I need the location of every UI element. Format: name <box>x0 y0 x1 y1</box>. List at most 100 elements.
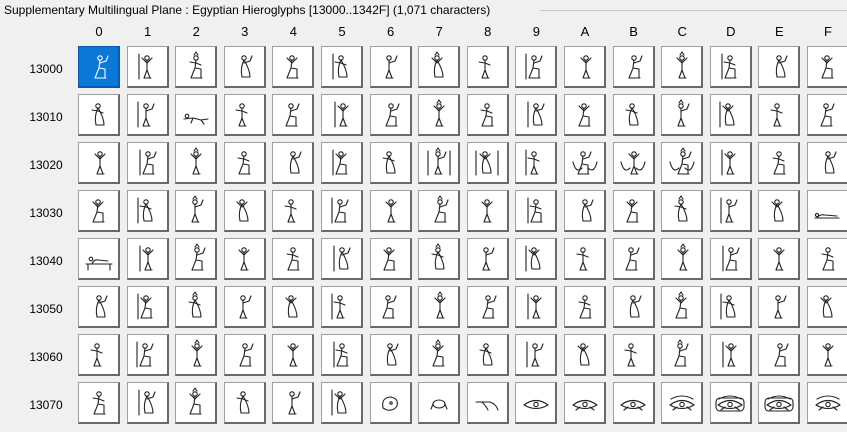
glyph-cell[interactable] <box>175 382 218 424</box>
glyph-cell[interactable] <box>758 190 801 232</box>
glyph-cell[interactable] <box>321 46 363 88</box>
glyph-cell[interactable] <box>175 334 218 376</box>
glyph-cell[interactable] <box>418 94 461 136</box>
glyph-cell[interactable] <box>272 382 315 424</box>
glyph-cell[interactable] <box>418 382 461 424</box>
glyph-cell[interactable] <box>564 334 606 376</box>
glyph-cell[interactable] <box>661 94 704 136</box>
glyph-cell[interactable] <box>466 46 509 88</box>
glyph-cell[interactable] <box>223 94 266 136</box>
glyph-cell[interactable] <box>709 238 752 280</box>
glyph-cell[interactable] <box>126 238 169 280</box>
glyph-cell[interactable] <box>709 46 752 88</box>
glyph-cell[interactable] <box>807 286 847 328</box>
glyph-cell[interactable] <box>272 334 315 376</box>
glyph-cell[interactable] <box>709 142 752 184</box>
glyph-cell[interactable] <box>418 334 461 376</box>
glyph-cell[interactable] <box>515 238 558 280</box>
glyph-cell[interactable] <box>612 142 655 184</box>
glyph-cell[interactable] <box>369 286 412 328</box>
glyph-cell[interactable] <box>272 94 315 136</box>
glyph-cell[interactable] <box>78 142 120 184</box>
glyph-cell[interactable] <box>126 142 169 184</box>
glyph-cell[interactable] <box>466 286 509 328</box>
glyph-cell[interactable] <box>126 334 169 376</box>
glyph-cell[interactable] <box>466 334 509 376</box>
glyph-cell[interactable] <box>321 190 363 232</box>
glyph-cell[interactable] <box>661 286 704 328</box>
glyph-cell[interactable] <box>321 382 363 424</box>
glyph-cell[interactable] <box>661 334 704 376</box>
glyph-cell[interactable] <box>807 238 847 280</box>
glyph-cell[interactable] <box>612 190 655 232</box>
glyph-cell[interactable] <box>175 190 218 232</box>
glyph-cell[interactable] <box>515 94 558 136</box>
glyph-cell[interactable] <box>709 190 752 232</box>
glyph-cell[interactable] <box>758 46 801 88</box>
glyph-cell[interactable] <box>223 238 266 280</box>
glyph-cell[interactable] <box>661 382 704 424</box>
glyph-cell[interactable] <box>223 286 266 328</box>
glyph-cell[interactable] <box>564 238 606 280</box>
glyph-cell[interactable] <box>175 142 218 184</box>
glyph-cell[interactable] <box>807 46 847 88</box>
glyph-cell[interactable] <box>661 142 704 184</box>
glyph-cell[interactable] <box>126 94 169 136</box>
glyph-cell[interactable] <box>126 382 169 424</box>
glyph-cell[interactable] <box>418 286 461 328</box>
glyph-cell[interactable] <box>661 238 704 280</box>
glyph-cell[interactable] <box>612 286 655 328</box>
glyph-cell[interactable] <box>515 190 558 232</box>
glyph-cell[interactable] <box>612 238 655 280</box>
glyph-cell[interactable] <box>807 334 847 376</box>
glyph-cell[interactable] <box>175 238 218 280</box>
glyph-cell[interactable] <box>78 190 120 232</box>
glyph-cell[interactable] <box>369 382 412 424</box>
glyph-cell[interactable] <box>369 142 412 184</box>
glyph-cell[interactable] <box>418 142 461 184</box>
glyph-cell[interactable] <box>758 334 801 376</box>
glyph-cell[interactable] <box>466 382 509 424</box>
glyph-cell[interactable] <box>515 334 558 376</box>
glyph-cell[interactable] <box>321 334 363 376</box>
glyph-cell[interactable] <box>807 142 847 184</box>
glyph-cell[interactable] <box>321 286 363 328</box>
glyph-cell[interactable] <box>466 94 509 136</box>
glyph-cell[interactable] <box>223 190 266 232</box>
glyph-cell[interactable] <box>466 190 509 232</box>
glyph-cell[interactable] <box>758 382 801 424</box>
glyph-cell[interactable] <box>807 94 847 136</box>
glyph-cell[interactable] <box>466 142 509 184</box>
glyph-cell[interactable] <box>807 190 847 232</box>
glyph-cell[interactable] <box>515 46 558 88</box>
glyph-cell[interactable] <box>612 382 655 424</box>
glyph-cell[interactable] <box>369 334 412 376</box>
glyph-cell[interactable] <box>78 238 120 280</box>
glyph-cell[interactable] <box>564 382 606 424</box>
glyph-cell[interactable] <box>564 94 606 136</box>
glyph-cell[interactable] <box>369 94 412 136</box>
glyph-cell[interactable] <box>758 238 801 280</box>
glyph-cell[interactable] <box>758 142 801 184</box>
glyph-cell[interactable] <box>223 334 266 376</box>
glyph-cell[interactable] <box>223 46 266 88</box>
glyph-cell[interactable] <box>78 94 120 136</box>
glyph-cell[interactable] <box>272 46 315 88</box>
glyph-cell[interactable] <box>709 94 752 136</box>
glyph-cell[interactable] <box>223 142 266 184</box>
glyph-cell[interactable] <box>321 142 363 184</box>
glyph-cell[interactable] <box>418 238 461 280</box>
glyph-cell[interactable] <box>321 238 363 280</box>
glyph-cell[interactable] <box>564 142 606 184</box>
glyph-cell[interactable] <box>321 94 363 136</box>
glyph-cell[interactable] <box>709 382 752 424</box>
glyph-cell[interactable] <box>466 238 509 280</box>
glyph-cell[interactable] <box>418 46 461 88</box>
glyph-cell[interactable] <box>126 46 169 88</box>
glyph-cell[interactable] <box>272 190 315 232</box>
glyph-cell[interactable] <box>78 382 120 424</box>
glyph-cell[interactable] <box>709 334 752 376</box>
glyph-cell[interactable] <box>369 190 412 232</box>
glyph-cell[interactable] <box>564 190 606 232</box>
glyph-cell[interactable] <box>564 286 606 328</box>
